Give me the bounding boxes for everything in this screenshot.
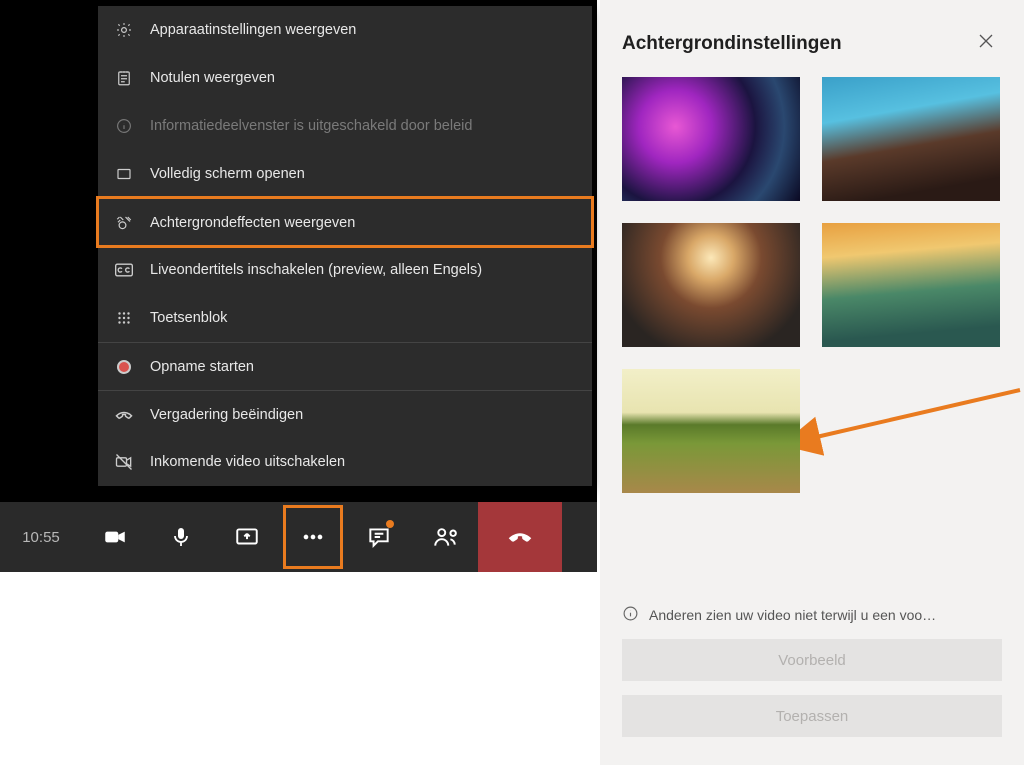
menu-item-label: Apparaatinstellingen weergeven (150, 22, 356, 38)
meeting-video-region: Apparaatinstellingen weergeven Notulen w… (0, 0, 597, 572)
record-icon (114, 357, 134, 377)
chat-button[interactable] (346, 502, 412, 572)
menu-item-label: Toetsenblok (150, 310, 227, 326)
hangup-button[interactable] (478, 502, 562, 572)
info-icon (622, 605, 639, 625)
menu-item-device-settings[interactable]: Apparaatinstellingen weergeven (98, 6, 592, 54)
panel-title: Achtergrondinstellingen (622, 33, 842, 55)
menu-item-info-pane-disabled: Informatiedeelvenster is uitgeschakeld d… (98, 102, 592, 150)
info-icon (114, 116, 134, 136)
panel-header: Achtergrondinstellingen (600, 0, 1024, 77)
background-effects-icon (114, 213, 134, 233)
fullscreen-icon (114, 164, 134, 184)
meeting-control-bar: 10:55 (0, 502, 597, 572)
notification-badge-icon (386, 520, 394, 528)
participants-button[interactable] (412, 502, 478, 572)
more-actions-button[interactable] (280, 502, 346, 572)
menu-item-start-recording[interactable]: Opname starten (98, 342, 592, 390)
menu-item-label: Liveondertitels inschakelen (preview, al… (150, 262, 482, 278)
panel-info-text: Anderen zien uw video niet terwijl u een… (649, 607, 936, 623)
notes-icon (114, 68, 134, 88)
menu-item-label: Vergadering beëindigen (150, 407, 303, 423)
panel-info: Anderen zien uw video niet terwijl u een… (600, 589, 1024, 639)
background-option-village[interactable] (622, 223, 800, 347)
phone-hangup-icon (114, 405, 134, 425)
close-icon[interactable] (978, 32, 994, 55)
more-actions-menu: Apparaatinstellingen weergeven Notulen w… (98, 6, 592, 486)
video-off-icon (114, 452, 134, 472)
camera-toggle-button[interactable] (82, 502, 148, 572)
menu-item-disable-incoming-video[interactable]: Inkomende video uitschakelen (98, 438, 592, 486)
menu-item-label: Notulen weergeven (150, 70, 275, 86)
menu-item-label: Informatiedeelvenster is uitgeschakeld d… (150, 118, 472, 134)
menu-item-label: Opname starten (150, 359, 254, 375)
menu-item-end-meeting[interactable]: Vergadering beëindigen (98, 390, 592, 438)
menu-item-meeting-notes[interactable]: Notulen weergeven (98, 54, 592, 102)
background-option-nebula[interactable] (622, 77, 800, 201)
menu-item-label: Volledig scherm openen (150, 166, 305, 182)
meeting-timer: 10:55 (0, 529, 82, 546)
menu-item-label: Achtergrondeffecten weergeven (150, 215, 355, 231)
menu-item-keypad[interactable]: Toetsenblok (98, 294, 592, 342)
background-grid (600, 77, 1024, 493)
keypad-icon (114, 308, 134, 328)
background-option-green-field[interactable] (622, 369, 800, 493)
menu-item-label: Inkomende video uitschakelen (150, 454, 345, 470)
menu-item-background-effects[interactable]: Achtergrondeffecten weergeven (98, 198, 592, 246)
microphone-toggle-button[interactable] (148, 502, 214, 572)
menu-item-live-captions[interactable]: Liveondertitels inschakelen (preview, al… (98, 246, 592, 294)
gear-icon (114, 20, 134, 40)
menu-item-fullscreen[interactable]: Volledig scherm openen (98, 150, 592, 198)
background-option-sunset-figure[interactable] (822, 223, 1000, 347)
background-settings-panel: Achtergrondinstellingen Anderen zien uw … (600, 0, 1024, 765)
background-option-planet[interactable] (822, 77, 1000, 201)
preview-button[interactable]: Voorbeeld (622, 639, 1002, 681)
apply-button[interactable]: Toepassen (622, 695, 1002, 737)
captions-icon (114, 260, 134, 280)
share-screen-button[interactable] (214, 502, 280, 572)
